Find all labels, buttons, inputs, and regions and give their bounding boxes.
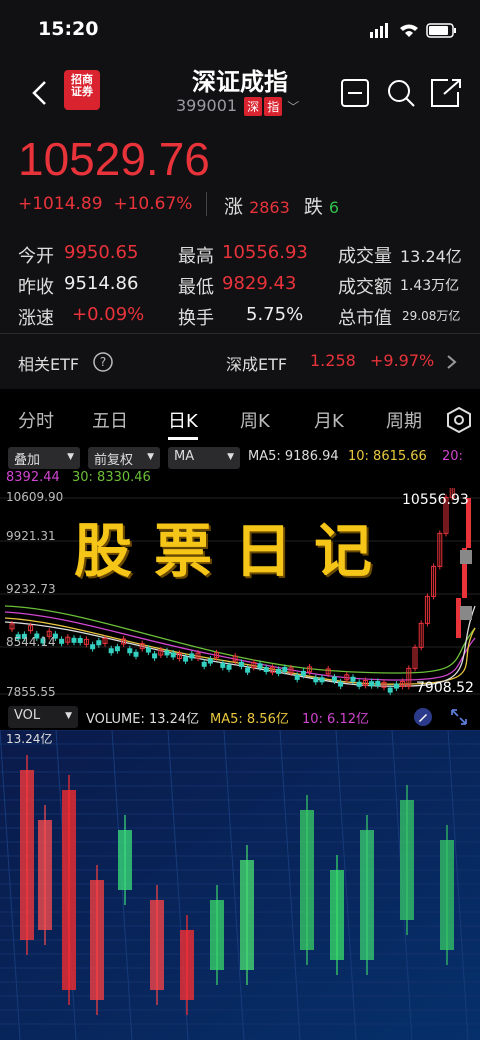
open-label: 今开 xyxy=(18,246,54,267)
y-axis-3: 9232.73 xyxy=(6,582,56,596)
tab-intraday[interactable]: 分时 xyxy=(18,407,54,433)
volume-indicator-bar: VOL ▼ VOLUME: 13.24亿 MA5: 8.56亿 10: 6.12亿 xyxy=(0,704,480,730)
change-percent: +10.67% xyxy=(113,194,193,214)
turnover-label: 换手 xyxy=(178,308,214,329)
low-label: 最低 xyxy=(178,277,214,298)
y-axis-bottom: 7855.55 xyxy=(6,685,56,699)
change-line: +1014.89 +10.67% xyxy=(18,194,192,214)
last-price: 10529.76 xyxy=(18,133,210,185)
etf-name: 深成ETF xyxy=(226,355,288,374)
ma20-value: 8392.44 xyxy=(6,470,60,485)
low-marker: 7908.52 xyxy=(416,680,474,696)
volume-ma10-text: 10: 6.12亿 xyxy=(302,712,369,727)
volume-axis-top: 13.24亿 xyxy=(6,732,53,746)
up-label: 涨 xyxy=(224,196,244,218)
tab-daily-k[interactable]: 日K xyxy=(168,407,198,440)
tab-period[interactable]: 周期 xyxy=(386,407,422,433)
change-value: +1014.89 xyxy=(18,194,103,214)
settings-icon[interactable] xyxy=(446,407,472,433)
low-value: 9829.43 xyxy=(222,273,297,294)
y-axis-top: 10609.90 xyxy=(6,490,64,504)
tab-five-day[interactable]: 五日 xyxy=(92,407,128,433)
minimize-icon[interactable] xyxy=(340,78,370,108)
overlay-select[interactable]: 叠加 ▼ xyxy=(8,447,80,469)
header-bar: 招商证券 深证成指 399001 深指 ﹀ xyxy=(0,56,480,128)
volume-select[interactable]: VOL ▼ xyxy=(8,706,78,728)
y-axis-4: 8544.14 xyxy=(6,635,56,649)
market-tag: 深 xyxy=(244,97,263,116)
help-icon[interactable]: ? xyxy=(92,351,114,373)
down-count: 6 xyxy=(328,198,340,217)
tab-weekly-k[interactable]: 周K xyxy=(240,407,270,433)
breadth: 涨 2863 跌 6 xyxy=(224,192,339,219)
etf-percent: +9.97% xyxy=(370,351,435,370)
volume-value: 13.24亿 xyxy=(400,247,462,266)
status-bar: 15:20 xyxy=(0,0,480,56)
svg-text:?: ? xyxy=(100,355,106,369)
expand-icon[interactable] xyxy=(450,708,468,726)
volume-value-text: VOLUME: 13.24亿 xyxy=(86,712,200,727)
ma30-text: 30: 8330.46 xyxy=(72,470,151,485)
index-code: 399001 深指 ﹀ xyxy=(176,96,299,116)
tab-monthly-k[interactable]: 月K xyxy=(314,407,344,433)
speed-label: 涨速 xyxy=(18,308,54,329)
status-time: 15:20 xyxy=(38,18,99,40)
ma5-text: MA5: 9186.94 xyxy=(248,449,339,464)
volume-ma5-text: MA5: 8.56亿 xyxy=(210,712,289,727)
ma-select[interactable]: MA ▼ xyxy=(168,447,240,469)
amount-label: 成交额 xyxy=(338,277,392,298)
ma20-text: 20: xyxy=(442,449,463,464)
prev-close-label: 昨收 xyxy=(18,277,54,298)
indicator-toolbar: 叠加 ▼ 前复权 ▼ MA ▼ MA5: 9186.94 10: 8615.66… xyxy=(0,445,480,489)
high-marker: 10556.93 xyxy=(402,492,469,508)
amount-value: 1.43万亿 xyxy=(400,278,460,294)
up-count: 2863 xyxy=(249,198,290,217)
watermark-title: 股票日记 xyxy=(74,517,395,585)
ma10-text: 10: 8615.66 xyxy=(348,449,427,464)
chevron-down-icon[interactable]: ﹀ xyxy=(287,100,299,114)
prev-close-value: 9514.86 xyxy=(64,273,139,294)
y-axis-2: 9921.31 xyxy=(6,529,56,543)
quote-panel: 10529.76 +1014.89 +10.67% 涨 2863 跌 6 今开 … xyxy=(0,128,480,333)
high-value: 10556.93 xyxy=(222,242,308,263)
edit-icon[interactable] xyxy=(414,708,432,726)
market-cap-value: 29.08万亿 xyxy=(402,309,461,323)
period-tabs: 分时 五日 日K 周K 月K 周期 xyxy=(0,397,480,443)
adjust-select-label: 前复权 xyxy=(94,453,134,468)
type-tag: 指 xyxy=(264,97,283,116)
related-etf-row[interactable]: 相关ETF ? 深成ETF 1.258 +9.97% xyxy=(0,333,480,389)
market-cap-label: 总市值 xyxy=(338,308,392,329)
adjust-select[interactable]: 前复权 ▼ xyxy=(88,447,160,469)
search-icon[interactable] xyxy=(386,78,416,108)
volume-label: 成交量 xyxy=(338,246,392,267)
overlay-select-label: 叠加 xyxy=(14,453,41,468)
chevron-right-icon xyxy=(447,355,457,369)
speed-value: +0.09% xyxy=(72,304,145,325)
stock-board-graphic xyxy=(0,730,480,1040)
stock-board-image: 13.24亿 xyxy=(0,730,480,1040)
high-label: 最高 xyxy=(178,246,214,267)
divider xyxy=(206,192,207,216)
related-etf-label: 相关ETF xyxy=(18,355,80,374)
k-line-chart[interactable]: 10609.90 9921.31 9232.73 8544.14 7855.55… xyxy=(0,455,480,704)
ma-select-label: MA xyxy=(174,449,195,464)
turnover-value: 5.75% xyxy=(246,304,304,325)
share-icon[interactable] xyxy=(430,78,462,108)
status-icons xyxy=(370,23,456,38)
open-value: 9950.65 xyxy=(64,242,139,263)
index-code-text: 399001 xyxy=(176,96,238,115)
volume-select-label: VOL xyxy=(14,708,41,723)
etf-price: 1.258 xyxy=(310,351,356,370)
down-label: 跌 xyxy=(303,196,323,218)
